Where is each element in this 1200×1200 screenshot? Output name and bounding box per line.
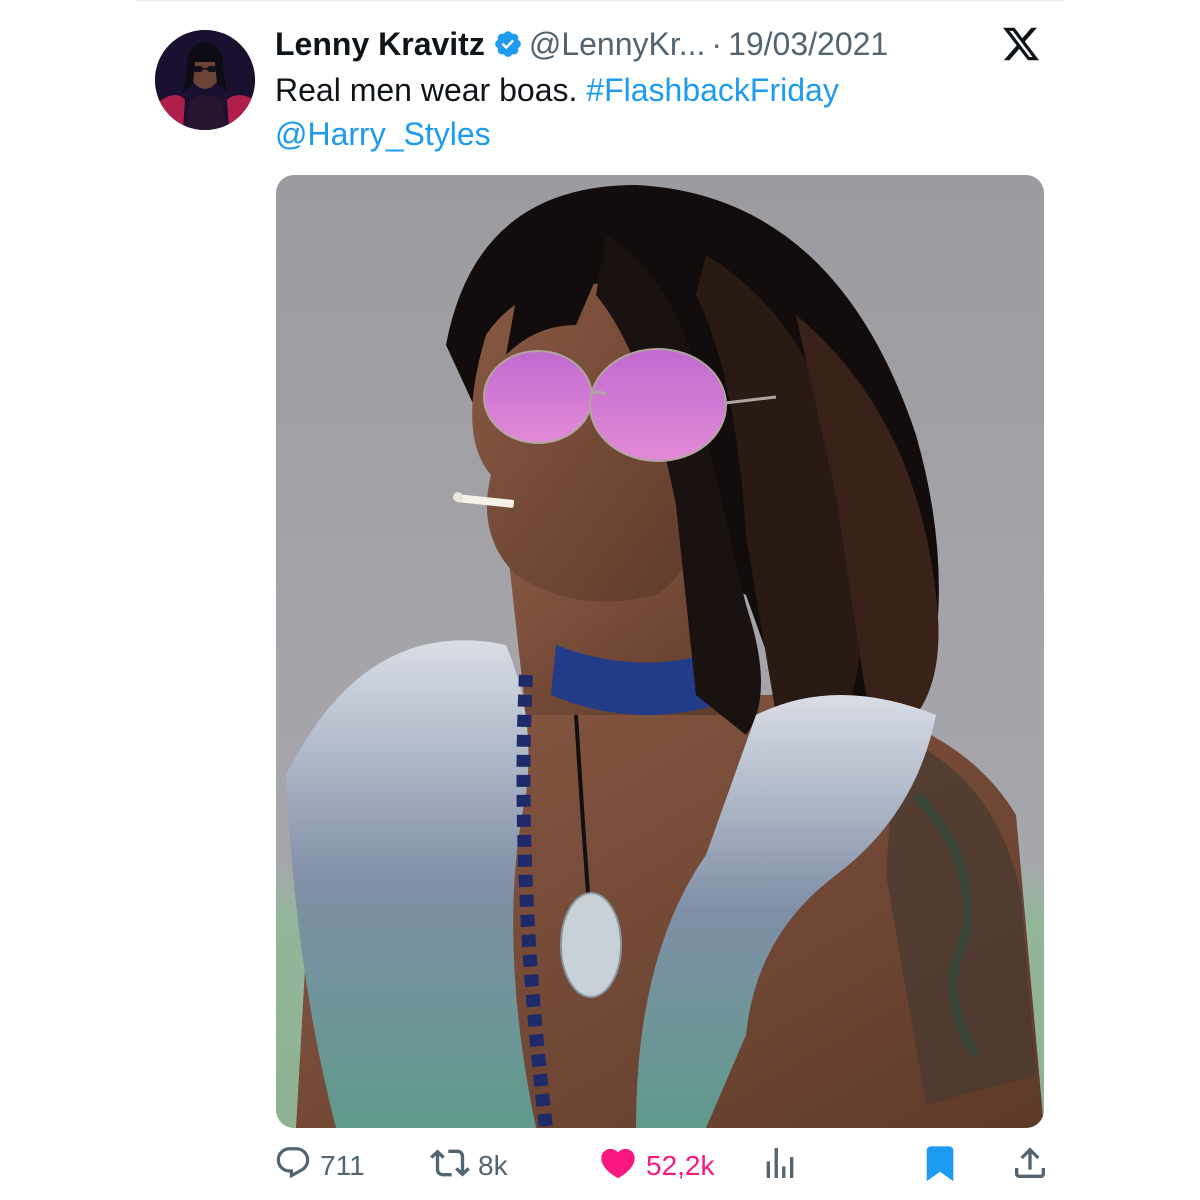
retweet-count: 8k <box>478 1150 508 1181</box>
views-icon <box>760 1143 800 1190</box>
share-icon <box>1010 1143 1050 1190</box>
retweet-icon <box>430 1143 470 1190</box>
separator-dot: · <box>711 25 723 62</box>
tweet-action-bar: 711 8k 52,2k <box>274 1144 1054 1188</box>
bookmark-icon <box>920 1143 960 1190</box>
mention-link[interactable]: @Harry_Styles <box>275 116 491 152</box>
verified-badge-icon <box>493 29 523 59</box>
tweet-header: Lenny Kravitz @LennyKr... · 19/03/2021 <box>275 24 888 64</box>
tweet-body-text: Real men wear boas. <box>275 72 578 108</box>
hashtag-link[interactable]: #FlashbackFriday <box>586 72 839 108</box>
reply-count: 711 <box>320 1150 365 1181</box>
like-button[interactable]: 52,2k <box>598 1144 715 1188</box>
like-count: 52,2k <box>646 1150 715 1181</box>
avatar[interactable] <box>155 30 255 130</box>
views-button[interactable] <box>760 1144 800 1188</box>
reply-icon <box>274 1144 312 1189</box>
photo-illustration <box>286 185 1044 1128</box>
bookmark-button[interactable] <box>920 1144 960 1188</box>
top-divider <box>136 0 1064 2</box>
retweet-button[interactable]: 8k <box>430 1144 508 1188</box>
heart-icon <box>598 1143 638 1190</box>
tweet-photo[interactable] <box>276 175 1044 1128</box>
author-name[interactable]: Lenny Kravitz <box>275 26 485 63</box>
avatar-image <box>155 30 255 130</box>
x-logo-icon[interactable] <box>1000 24 1042 64</box>
tweet-text: Real men wear boas. #FlashbackFriday @Ha… <box>275 68 1035 156</box>
tweet-date[interactable]: 19/03/2021 <box>728 26 888 63</box>
reply-button[interactable]: 711 <box>274 1144 365 1188</box>
share-button[interactable] <box>1010 1144 1050 1188</box>
author-handle[interactable]: @LennyKr... <box>529 26 706 63</box>
